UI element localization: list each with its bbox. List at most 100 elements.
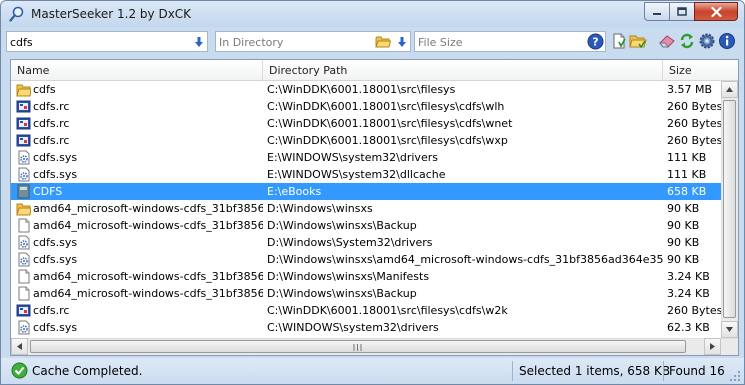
help-icon[interactable]: ? bbox=[587, 33, 604, 50]
info-icon[interactable] bbox=[718, 32, 736, 50]
file-size-cell: 90 KB bbox=[667, 219, 700, 232]
arrow-left-icon bbox=[17, 343, 22, 350]
table-row[interactable]: cdfs.rc C:\WinDDK\6001.18001\src\filesys\… bbox=[11, 132, 723, 149]
sys-file-icon bbox=[18, 167, 30, 182]
file-size-cell: 62.3 KB bbox=[667, 321, 710, 334]
directory-input[interactable] bbox=[219, 34, 369, 50]
table-row[interactable]: cdfs.sys C:\WINDOWS\system32\drivers 62.3 … bbox=[11, 319, 721, 336]
table-row[interactable]: amd64_microsoft-windows-cdfs_31bf3856ad3… bbox=[11, 285, 721, 302]
table-row[interactable]: cdfs C:\WinDDK\6001.18001\src\filesys 3.57… bbox=[11, 81, 721, 98]
maximize-button[interactable] bbox=[669, 2, 695, 21]
folder-browse-icon[interactable] bbox=[375, 35, 391, 49]
magnifier-app-icon bbox=[9, 6, 24, 22]
file-name-cell: cdfs.sys bbox=[33, 151, 78, 164]
file-size-cell: 3.24 KB bbox=[667, 287, 710, 300]
file-size-cell: 3.24 KB bbox=[667, 270, 710, 283]
directory-path-cell: E:\WINDOWS\system32\dllcache bbox=[267, 168, 446, 181]
rc-file-icon bbox=[16, 100, 31, 113]
directory-path-cell: E:\eBooks bbox=[267, 185, 322, 198]
file-name-cell: cdfs.sys bbox=[33, 253, 78, 266]
search-field[interactable] bbox=[6, 31, 208, 52]
folder-options-icon[interactable] bbox=[629, 32, 647, 50]
file-size-cell: 90 KB bbox=[667, 236, 700, 249]
filesize-field[interactable]: ? bbox=[414, 31, 606, 52]
column-size-header[interactable]: Size bbox=[663, 60, 738, 81]
vertical-scroll-thumb[interactable] bbox=[723, 100, 736, 318]
resize-grip-icon[interactable] bbox=[730, 371, 741, 382]
results-list[interactable]: Name Directory Path Size cdfs C:\WinDDK\6… bbox=[10, 59, 739, 356]
eraser-icon[interactable] bbox=[658, 32, 676, 50]
table-row[interactable]: cdfs.sys D:\Windows\System32\drivers 90 KB bbox=[11, 234, 721, 251]
vertical-scrollbar[interactable] bbox=[721, 81, 738, 338]
blank-file-icon bbox=[18, 269, 30, 284]
file-name-cell: cdfs bbox=[33, 83, 56, 96]
table-row[interactable]: amd64_microsoft-windows-cdfs_31bf3856ad3… bbox=[11, 217, 721, 234]
search-dropdown-icon[interactable] bbox=[194, 36, 204, 48]
title-bar[interactable]: MasterSeeker 1.2 by DxCK bbox=[1, 1, 744, 27]
folder-icon bbox=[16, 84, 31, 97]
table-row[interactable]: cdfs.rc C:\WinDDK\6001.18001\src\filesys\… bbox=[11, 115, 723, 132]
table-row[interactable]: cdfs.sys E:\WINDOWS\system32\dllcache 111 … bbox=[11, 166, 721, 183]
search-input[interactable] bbox=[10, 34, 188, 50]
app-window: MasterSeeker 1.2 by DxCK cdfs In Directo… bbox=[0, 0, 745, 385]
directory-field[interactable] bbox=[215, 31, 411, 52]
file-name-cell: amd64_microsoft-windows-cdfs_31bf3856ad3… bbox=[33, 270, 263, 283]
file-name-cell: cdfs.sys bbox=[33, 321, 78, 334]
scroll-right-button[interactable] bbox=[704, 338, 721, 355]
file-size-cell: 658 KB bbox=[667, 185, 707, 198]
horizontal-scroll-thumb[interactable] bbox=[30, 340, 686, 353]
file-name-cell: cdfs.rc bbox=[33, 304, 70, 317]
directory-path-cell: D:\Windows\System32\drivers bbox=[267, 236, 433, 249]
scroll-left-button[interactable] bbox=[11, 338, 28, 355]
file-size-cell: 260 Bytes bbox=[667, 117, 723, 130]
rc-file-icon bbox=[16, 304, 31, 317]
directory-path-cell: D:\Windows\winsxs\Backup bbox=[267, 287, 417, 300]
directory-path-cell: D:\Windows\winsxs\Manifests bbox=[267, 270, 430, 283]
arrow-down-icon bbox=[726, 327, 733, 332]
column-name-header[interactable]: Name bbox=[11, 60, 263, 81]
checkmark-status-icon bbox=[11, 362, 28, 379]
table-row[interactable]: cdfs.sys D:\Windows\winsxs\amd64_microsof… bbox=[11, 251, 721, 268]
directory-dropdown-icon[interactable] bbox=[397, 36, 407, 48]
table-row[interactable]: cdfs.rc C:\WinDDK\6001.18001\src\filesys\… bbox=[11, 302, 722, 319]
sys-file-icon bbox=[18, 150, 30, 165]
refresh-icon[interactable] bbox=[678, 32, 696, 50]
directory-path-cell: E:\WINDOWS\system32\drivers bbox=[267, 151, 438, 164]
toolbar: ? bbox=[6, 31, 739, 53]
settings-gear-icon[interactable] bbox=[698, 32, 716, 50]
directory-path-cell: C:\WINDOWS\system32\drivers bbox=[267, 321, 439, 334]
close-button[interactable] bbox=[694, 2, 738, 21]
file-size-cell: 111 KB bbox=[667, 151, 707, 164]
table-row[interactable]: cdfs.rc C:\WinDDK\6001.18001\src\filesys\… bbox=[11, 98, 722, 115]
maximize-icon bbox=[677, 7, 687, 16]
table-row[interactable]: amd64_microsoft-windows-cdfs_31bf3856ad3… bbox=[11, 200, 721, 217]
file-size-cell: 90 KB bbox=[667, 202, 700, 215]
file-size-cell: 260 Bytes bbox=[667, 134, 723, 147]
filesize-input[interactable] bbox=[418, 34, 578, 50]
horizontal-scrollbar[interactable] bbox=[11, 338, 738, 355]
table-row-selected[interactable]: CDFS E:\eBooks 658 KB bbox=[11, 183, 721, 200]
file-size-cell: 111 KB bbox=[667, 168, 707, 181]
blank-file-icon bbox=[18, 218, 30, 233]
file-name-cell: cdfs.sys bbox=[33, 236, 78, 249]
file-name-cell: cdfs.rc bbox=[33, 134, 70, 147]
file-name-cell: amd64_microsoft-windows-cdfs_31bf3856ad3… bbox=[33, 219, 263, 232]
rc-file-icon bbox=[16, 117, 31, 130]
svg-text:?: ? bbox=[592, 36, 598, 49]
column-directory-header[interactable]: Directory Path bbox=[263, 60, 663, 81]
file-size-cell: 3.57 MB bbox=[667, 83, 713, 96]
file-name-cell: amd64_microsoft-windows-cdfs_31bf3856ad3… bbox=[33, 287, 263, 300]
table-row[interactable]: cdfs.sys E:\WINDOWS\system32\drivers 111 K… bbox=[11, 149, 721, 166]
close-icon bbox=[710, 6, 722, 17]
scroll-up-button[interactable] bbox=[721, 81, 738, 98]
scroll-down-button[interactable] bbox=[721, 321, 738, 338]
sys-file-icon bbox=[18, 320, 30, 335]
directory-path-cell: C:\WinDDK\6001.18001\src\filesys\cdfs\wn… bbox=[267, 117, 513, 130]
table-row[interactable]: amd64_microsoft-windows-cdfs_31bf3856ad3… bbox=[11, 268, 721, 285]
minimize-button[interactable] bbox=[644, 2, 670, 21]
folder-icon bbox=[16, 203, 31, 216]
file-options-icon[interactable] bbox=[610, 32, 628, 50]
directory-path-cell: D:\Windows\winsxs bbox=[267, 202, 373, 215]
directory-path-cell: D:\Windows\winsxs\amd64_microsoft-window… bbox=[267, 253, 663, 266]
minimize-icon bbox=[653, 12, 661, 15]
